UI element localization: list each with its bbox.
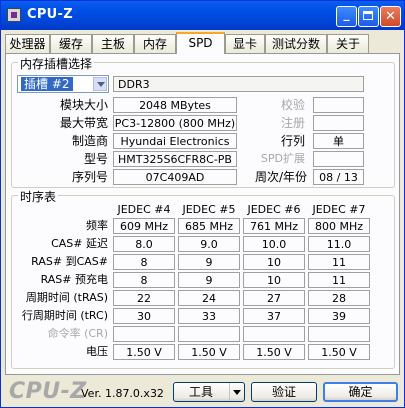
part-number-label: 型号 [83,152,108,166]
tools-button-label: 工具 [188,385,213,399]
cpuz-window: CPU-Z _ ✕ 处理器 缓存 主板 内存 SPD 显卡 测试分数 关于 内存… [0,0,405,408]
timing-cell: 609 MHz [113,218,175,234]
timing-cell: 28 [308,290,370,306]
timing-cell: 9.0 [178,236,240,252]
timing-cell: 1.50 V [243,344,305,360]
timing-cell: 9 [178,272,240,288]
validate-button[interactable]: 验证 [251,382,317,402]
timing-cell: 685 MHz [178,218,240,234]
slot-selection-group: 内存插槽选择 插槽 #2 DDR3 模块大小 2048 MBytes 校验 最大… [11,55,395,188]
registered-value [313,115,364,131]
timing-cell: 1.50 V [308,344,370,360]
tab-about[interactable]: 关于 [327,34,369,53]
timing-cell: 37 [243,308,305,324]
timing-cell: 10 [243,272,305,288]
timing-row-label: 频率 [86,219,108,232]
timing-cell: 8 [113,272,175,288]
timing-cell: 10 [243,254,305,270]
timings-table-group: 时序表 JEDEC #4 JEDEC #5 JEDEC #6 JEDEC #7 … [11,188,395,369]
maximize-button[interactable] [358,6,379,27]
serial-number-value: 07C409AD [113,169,237,185]
tab-caches[interactable]: 缓存 [50,34,92,53]
timing-cell: 1.50 V [178,344,240,360]
ecc-value [313,97,364,113]
app-icon[interactable] [7,8,21,22]
timing-row-label: CAS# 延迟 [51,237,108,250]
timing-cell: 761 MHz [243,218,305,234]
ranks-label: 行列 [280,134,305,148]
manufacturer-value: Hyundai Electronics [113,133,237,149]
timing-row-label: 电压 [86,345,108,358]
timings-group-title: 时序表 [18,188,59,205]
max-bandwidth-label: 最大带宽 [59,116,108,130]
timing-cell: 8 [113,254,175,270]
window-title: CPU-Z [27,7,73,22]
ranks-value: 单 [313,133,364,149]
tab-cpu[interactable]: 处理器 [5,34,50,53]
tab-graphics[interactable]: 显卡 [225,34,265,53]
timing-cell: 30 [113,308,175,324]
slot-group-title: 内存插槽选择 [18,55,95,72]
timing-cell: 1.50 V [113,344,175,360]
module-size-label: 模块大小 [59,98,108,112]
spd-panel: 内存插槽选择 插槽 #2 DDR3 模块大小 2048 MBytes 校验 最大… [5,53,400,375]
slot-select[interactable]: 插槽 #2 [17,75,109,93]
title-bar[interactable]: CPU-Z _ ✕ [1,1,404,30]
registered-label: 注册 [280,116,305,130]
tab-memory[interactable]: 内存 [134,34,176,53]
timing-cell: 39 [308,308,370,324]
minimize-button[interactable]: _ [336,6,357,27]
version-label: Ver. 1.87.0.x32 [81,387,164,400]
week-year-label: 周次/年份 [254,170,307,184]
timing-cell: 11.0 [308,236,370,252]
memory-type-field: DDR3 [113,76,364,92]
cpuz-logo: CPU-Z [9,379,87,404]
chevron-down-icon[interactable] [93,77,107,91]
timing-row-label: 周期时间 (tRAS) [25,291,108,304]
column-header: JEDEC #6 [247,203,301,216]
spd-ext-value [313,151,364,167]
tab-bar: 处理器 缓存 主板 内存 SPD 显卡 测试分数 关于 [5,32,401,54]
timing-cell [308,326,370,342]
close-button[interactable]: ✕ [380,6,401,27]
timing-row-label: RAS# 预充电 [40,273,108,286]
week-year-value: 08 / 13 [313,169,364,185]
timing-cell: 11 [308,272,370,288]
timing-cell: 24 [178,290,240,306]
part-number-value: HMT325S6CFR8C-PB [113,151,237,167]
timing-cell [113,326,175,342]
timing-cell: 27 [243,290,305,306]
timing-cell: 9 [178,254,240,270]
timing-row-label: 行周期时间 (tRC) [21,309,108,322]
timing-cell: 22 [113,290,175,306]
ecc-label: 校验 [280,98,305,112]
serial-number-label: 序列号 [71,170,108,184]
ok-button[interactable]: 确定 [323,382,398,402]
chevron-down-icon[interactable] [229,383,244,401]
column-header: JEDEC #7 [312,203,366,216]
timing-cell: 8.0 [113,236,175,252]
spd-ext-label: SPD扩展 [260,152,305,165]
column-header: JEDEC #5 [182,203,236,216]
max-bandwidth-value: PC3-12800 (800 MHz) [113,115,237,131]
timing-cell: 800 MHz [308,218,370,234]
tab-mainboard[interactable]: 主板 [92,34,134,53]
column-header: JEDEC #4 [117,203,171,216]
module-size-value: 2048 MBytes [113,97,237,113]
slot-select-value: 插槽 #2 [21,77,73,91]
timing-cell: 33 [178,308,240,324]
tools-button[interactable]: 工具 [173,382,245,402]
timing-cell [243,326,305,342]
timing-cell: 11 [308,254,370,270]
tab-spd[interactable]: SPD [176,32,225,54]
timing-row-label: 命令率 (CR) [47,327,108,340]
manufacturer-label: 制造商 [71,134,108,148]
tab-bench[interactable]: 测试分数 [265,34,327,53]
timing-cell: 10.0 [243,236,305,252]
timing-row-label: RAS# 到CAS# [31,255,108,268]
timing-cell [178,326,240,342]
